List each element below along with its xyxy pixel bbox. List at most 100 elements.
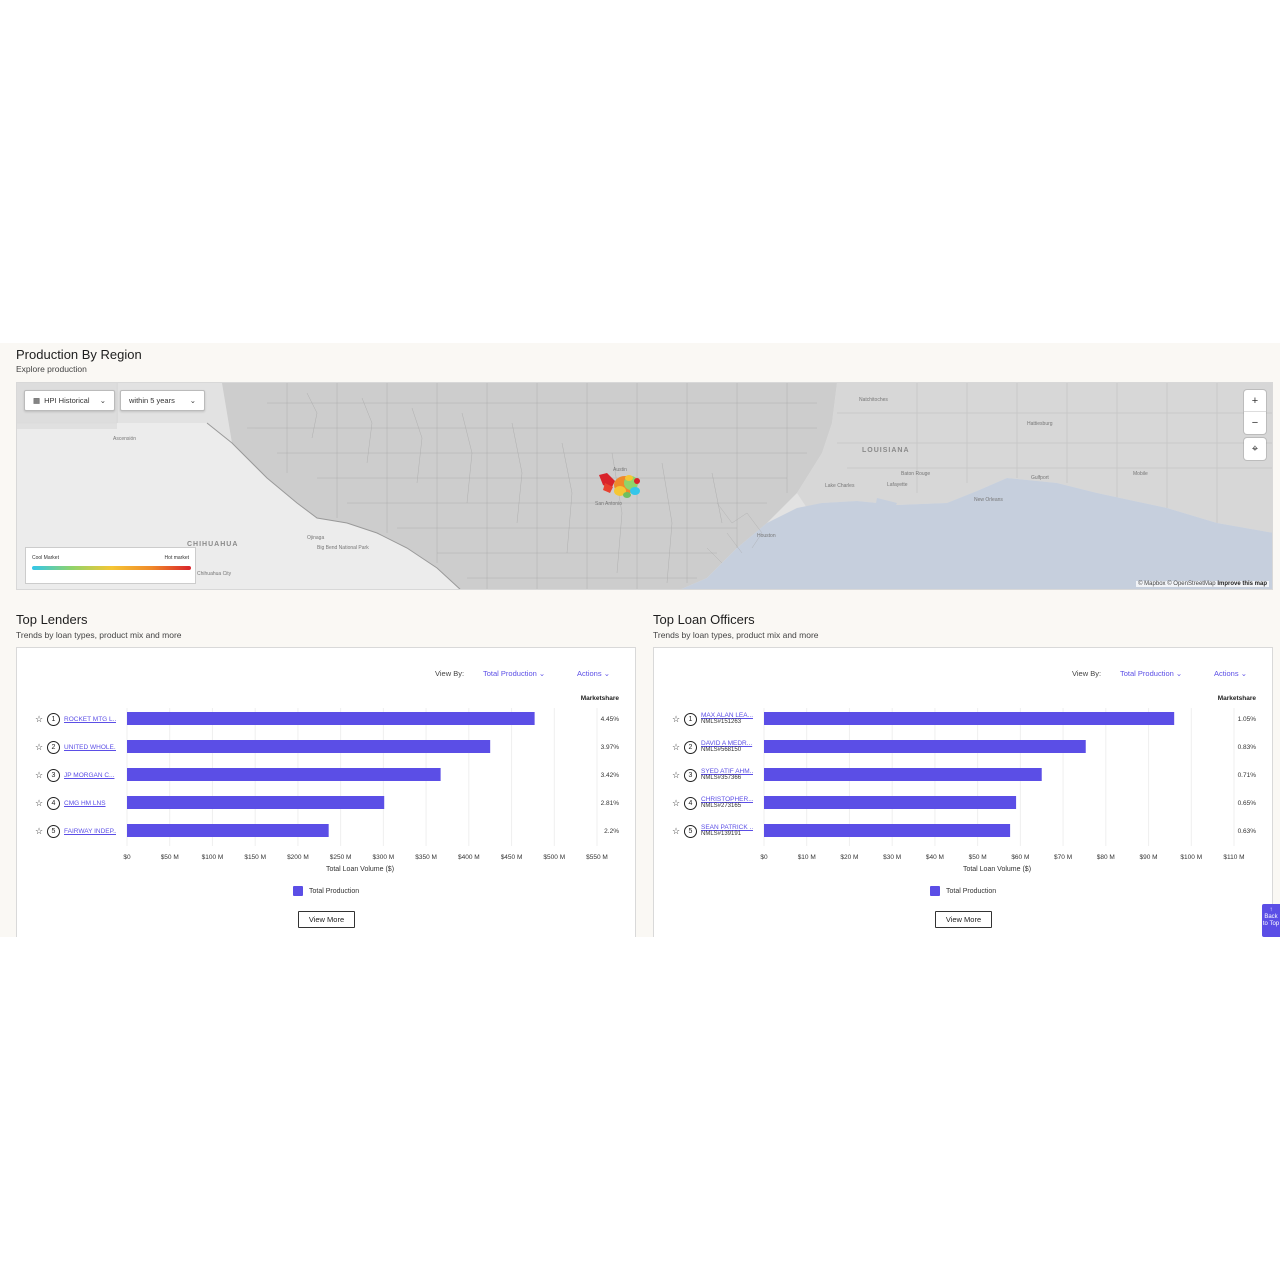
- legend-label: Total Production: [309, 887, 360, 895]
- actions-dropdown[interactable]: Actions ⌄: [577, 669, 610, 678]
- x-tick-label: $110 M: [1223, 854, 1244, 861]
- lender-name-link[interactable]: CMG HM LNS: [64, 800, 116, 807]
- place-label: Austin: [613, 467, 627, 473]
- zoom-controls: + −: [1244, 390, 1266, 434]
- marketshare-value: 2.2%: [604, 828, 619, 835]
- layer-select[interactable]: ▦ HPI Historical ⌄: [24, 390, 115, 411]
- lender-name-link[interactable]: FAIRWAY INDEP...: [64, 828, 116, 835]
- star-icon[interactable]: ☆: [35, 770, 43, 781]
- actions-dropdown[interactable]: Actions ⌄: [1214, 669, 1247, 678]
- nmls-id: NMLS#568150: [701, 747, 742, 754]
- view-more-button[interactable]: View More: [298, 911, 355, 928]
- place-label: Mobile: [1133, 471, 1148, 477]
- rank-badge: 1: [684, 712, 697, 726]
- officer-name-link[interactable]: SYED ATIF AHM...: [701, 768, 753, 775]
- marketshare-value: 0.71%: [1237, 772, 1256, 779]
- star-icon[interactable]: ☆: [35, 826, 43, 837]
- rank-badge: 3: [47, 768, 60, 782]
- nmls-id: NMLS#357366: [701, 775, 742, 782]
- bar[interactable]: [127, 796, 385, 809]
- star-icon[interactable]: ☆: [672, 798, 680, 809]
- place-label: New Orleans: [974, 497, 1003, 503]
- legend-cool-label: Cool Market: [32, 555, 59, 561]
- officer-name-link[interactable]: CHRISTOPHER...: [701, 796, 753, 803]
- view-more-button[interactable]: View More: [935, 911, 992, 928]
- bar[interactable]: [127, 712, 535, 725]
- marketshare-value: 3.42%: [600, 772, 619, 779]
- officer-row: ☆ 1 MAX ALAN LEA... NMLS#151263: [672, 712, 753, 726]
- rank-badge: 2: [684, 740, 697, 754]
- star-icon[interactable]: ☆: [35, 714, 43, 725]
- officer-row: ☆ 4 CHRISTOPHER... NMLS#273165: [672, 796, 753, 810]
- chevron-down-icon: ⌄: [603, 669, 610, 678]
- marketshare-value: 0.63%: [1237, 828, 1256, 835]
- officer-name-link[interactable]: DAVID A MEDR...: [701, 740, 753, 747]
- x-tick-label: $0: [123, 854, 131, 861]
- place-label: Lake Charles: [825, 483, 855, 489]
- nmls-id: NMLS#151263: [701, 719, 742, 726]
- x-tick-label: $250 M: [330, 854, 352, 861]
- zoom-in-button[interactable]: +: [1244, 390, 1266, 412]
- officer-name-link[interactable]: MAX ALAN LEA...: [701, 712, 753, 719]
- star-icon[interactable]: ☆: [672, 742, 680, 753]
- x-tick-label: $300 M: [373, 854, 395, 861]
- back-to-top-button[interactable]: ↑ Back to Top: [1262, 904, 1280, 937]
- x-tick-label: $50 M: [969, 854, 987, 861]
- bar[interactable]: [127, 740, 491, 753]
- place-label: LOUISIANA: [862, 447, 910, 454]
- bar[interactable]: [764, 796, 1017, 809]
- star-icon[interactable]: ☆: [672, 826, 680, 837]
- production-map[interactable]: Natchitoches Hattiesburg LOUISIANA Baton…: [16, 382, 1273, 590]
- actions-label: Actions: [577, 669, 602, 678]
- marketshare-value: 1.05%: [1237, 716, 1256, 723]
- range-select[interactable]: within 5 years ⌄: [120, 390, 205, 411]
- x-tick-label: $60 M: [1011, 854, 1029, 861]
- star-icon[interactable]: ☆: [672, 770, 680, 781]
- layer-select-value: HPI Historical: [44, 396, 90, 405]
- geolocate-button[interactable]: ⌖: [1244, 438, 1266, 460]
- rank-badge: 5: [684, 824, 697, 838]
- officer-name-link[interactable]: SEAN PATRICK ...: [701, 824, 753, 831]
- x-tick-label: $100 M: [202, 854, 224, 861]
- place-label: Lafayette: [887, 482, 908, 488]
- marketshare-header: Marketshare: [1217, 695, 1256, 702]
- place-label: Houston: [757, 533, 776, 539]
- bar[interactable]: [764, 824, 1011, 837]
- legend-swatch: [293, 886, 303, 896]
- marketshare-value: 4.45%: [600, 716, 619, 723]
- star-icon[interactable]: ☆: [35, 742, 43, 753]
- region-title: Production By Region: [16, 347, 142, 362]
- bar[interactable]: [764, 740, 1086, 753]
- place-label: Ascensión: [113, 436, 137, 442]
- bar[interactable]: [764, 768, 1042, 781]
- officer-row: ☆ 5 SEAN PATRICK ... NMLS#139191: [672, 824, 753, 838]
- star-icon[interactable]: ☆: [672, 714, 680, 725]
- lender-name-link[interactable]: ROCKET MTG L...: [64, 716, 116, 723]
- actions-label: Actions: [1214, 669, 1239, 678]
- view-by-dropdown[interactable]: Total Production ⌄: [1120, 669, 1182, 678]
- star-icon[interactable]: ☆: [35, 798, 43, 809]
- officer-row: ☆ 2 DAVID A MEDR... NMLS#568150: [672, 740, 753, 754]
- crosshair-icon: ⌖: [1251, 442, 1259, 455]
- x-tick-label: $90 M: [1140, 854, 1158, 861]
- x-tick-label: $10 M: [798, 854, 816, 861]
- chevron-down-icon: ⌄: [1240, 669, 1247, 678]
- top-lenders-card: $0 $50 M $100 M $150 M $200 M $250 M $300 M $35…: [16, 647, 636, 937]
- lender-row: ☆ 1 ROCKET MTG L...: [35, 712, 116, 726]
- range-select-value: within 5 years: [129, 396, 175, 405]
- improve-map-link[interactable]: Improve this map: [1217, 581, 1267, 587]
- lenders-title: Top Lenders: [16, 612, 88, 627]
- zoom-out-button[interactable]: −: [1244, 412, 1266, 434]
- x-tick-label: $0: [760, 854, 768, 861]
- lender-name-link[interactable]: UNITED WHOLE...: [64, 744, 116, 751]
- rank-badge: 3: [684, 768, 697, 782]
- rank-badge: 5: [47, 824, 60, 838]
- bar[interactable]: [764, 712, 1175, 725]
- view-by-value: Total Production: [483, 669, 537, 678]
- x-tick-label: $200 M: [287, 854, 309, 861]
- view-by-dropdown[interactable]: Total Production ⌄: [483, 669, 545, 678]
- bar[interactable]: [127, 768, 441, 781]
- x-tick-label: $150 M: [244, 854, 266, 861]
- lender-name-link[interactable]: JP MORGAN C...: [64, 772, 116, 779]
- bar[interactable]: [127, 824, 329, 837]
